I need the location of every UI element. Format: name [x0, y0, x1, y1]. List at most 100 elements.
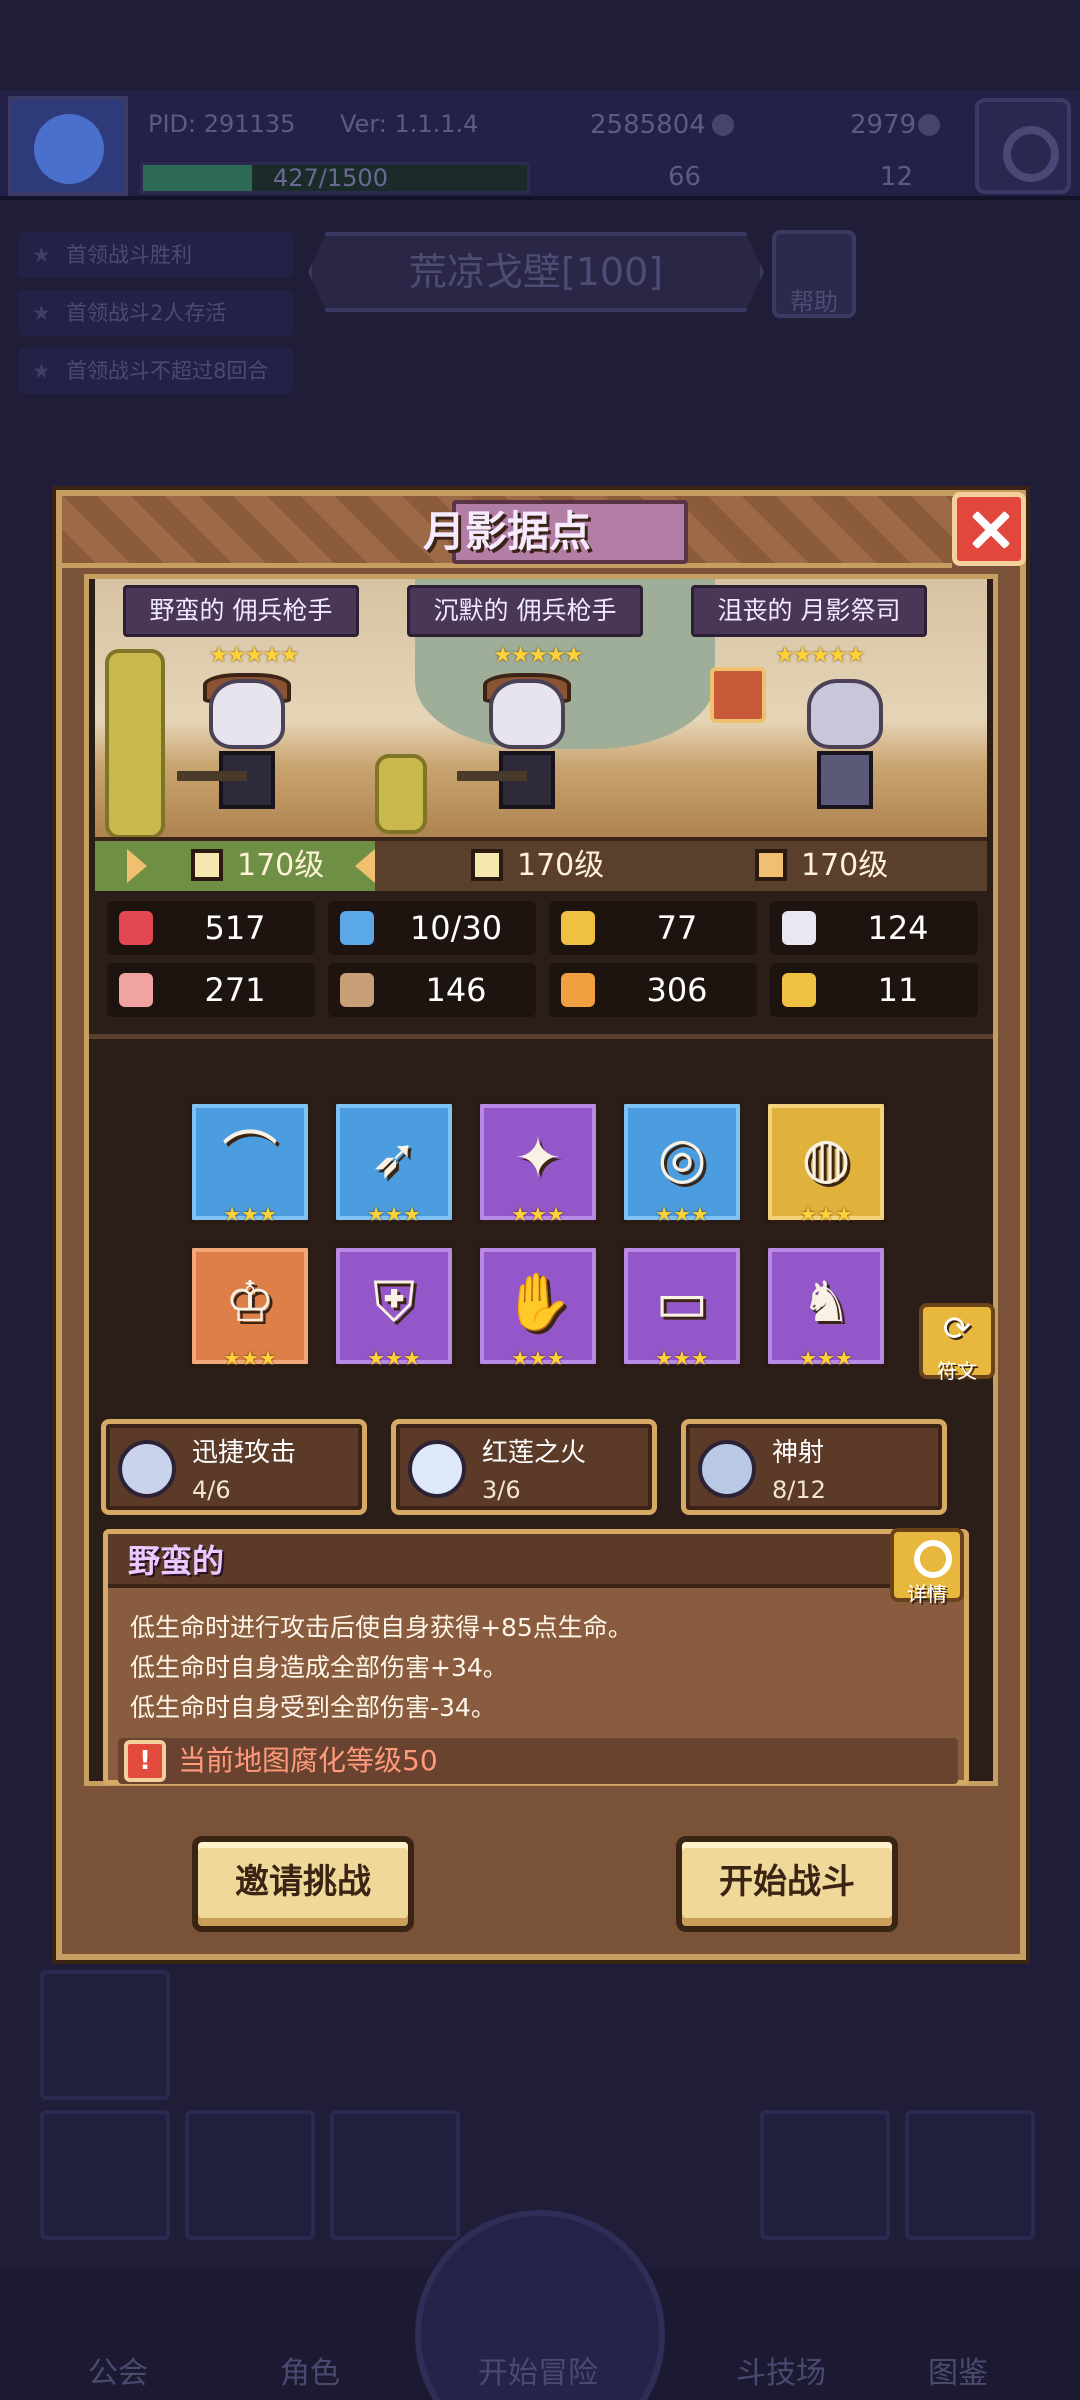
nav-arena[interactable]: 斗技场: [736, 2348, 826, 2392]
equipment-stars: ★★★: [655, 1202, 709, 1226]
nav-guild[interactable]: 公会: [88, 2348, 148, 2392]
equipment-stars: ★★★: [223, 1346, 277, 1370]
equipment-stars: ★★★: [799, 1346, 853, 1370]
equipment-slot[interactable]: ◍ ★★★: [763, 1099, 889, 1226]
stat-luck: 11: [770, 963, 978, 1017]
nav-codex[interactable]: 图鉴: [928, 2348, 988, 2392]
corruption-warning: ! 当前地图腐化等级50: [118, 1738, 958, 1784]
equipment-slot[interactable]: ◎ ★★★: [619, 1099, 745, 1226]
equipment-slot[interactable]: ➶ ★★★: [331, 1099, 457, 1226]
inventory-slot: [905, 2110, 1035, 2240]
skill-name: 红莲之火: [482, 1438, 587, 1468]
equipment-slot[interactable]: ⛨ ★★★: [331, 1243, 457, 1370]
stat-value: 124: [867, 909, 929, 947]
stat-value: 146: [425, 971, 487, 1009]
player-id: PID: 291135: [148, 110, 296, 138]
stat-value: 271: [204, 971, 266, 1009]
equipment-slot[interactable]: ✋ ★★★: [475, 1243, 601, 1370]
modal-content: 野蛮的 佣兵枪手 ★★★★★ 沉默的 佣兵枪手 ★★★★★ 沮丧的 月影祭司 ★…: [84, 574, 998, 1786]
head: [807, 679, 883, 749]
enemy-stars: ★★★★★: [493, 643, 584, 668]
wing-icon: [782, 911, 816, 945]
enemy-level-tab[interactable]: 170级: [755, 841, 888, 891]
nav-start-adventure[interactable]: 开始冒险: [478, 2348, 598, 2392]
inventory-slot: [40, 1970, 170, 2100]
enemy-name: 野蛮的 佣兵枪手: [123, 585, 359, 637]
enemy-sprite-gunner[interactable]: [457, 673, 587, 829]
enemy-level-tab[interactable]: 170级: [471, 841, 604, 891]
quest-item: 首领战斗不超过8回合: [18, 348, 293, 394]
stat-speed: 124: [770, 901, 978, 955]
close-button[interactable]: [952, 492, 1026, 566]
resource-b-amount: 12: [880, 162, 914, 192]
modal-title: 月影据点: [422, 507, 591, 556]
enemy-level-tab[interactable]: 170级: [191, 841, 324, 891]
nav-character[interactable]: 角色: [280, 2348, 340, 2392]
scroll-icon: [561, 973, 595, 1007]
equipment-slot[interactable]: ✦ ★★★: [475, 1099, 601, 1226]
stat-value: 10/30: [409, 909, 503, 947]
selector-arrow-left-icon: [127, 849, 147, 883]
necklace-icon: ✦: [514, 1126, 562, 1191]
equipment-stars: ★★★: [511, 1346, 565, 1370]
inventory-slot: [760, 2110, 890, 2240]
horseshoe-icon: [782, 973, 816, 1007]
equipment-stars: ★★★: [655, 1346, 709, 1370]
start-battle-button[interactable]: 开始战斗: [676, 1836, 898, 1932]
skill-count: 4/6: [192, 1476, 231, 1504]
enemy-scene: 野蛮的 佣兵枪手 ★★★★★ 沉默的 佣兵枪手 ★★★★★ 沮丧的 月影祭司 ★…: [95, 579, 987, 839]
enemy-sprite-gunner[interactable]: [177, 673, 307, 829]
enemy-level: 170级: [801, 848, 889, 883]
cactus: [105, 649, 165, 839]
bow-icon: ⌒: [222, 1126, 278, 1191]
help-button[interactable]: 帮助: [772, 230, 856, 318]
enemy-level: 170级: [237, 848, 325, 883]
stat-intellect: 146: [328, 963, 536, 1017]
equipment-slot[interactable]: ♞ ★★★: [763, 1243, 889, 1370]
skill-name: 迅捷攻击: [192, 1438, 297, 1468]
stat-value: 306: [646, 971, 708, 1009]
enemy-name: 沉默的 佣兵枪手: [407, 585, 643, 637]
stat-strength: 271: [107, 963, 315, 1017]
equipment-slot[interactable]: ▭ ★★★: [619, 1243, 745, 1370]
stat-mana: 10/30: [328, 901, 536, 955]
quest-item: 首领战斗胜利: [18, 232, 293, 278]
rune-button[interactable]: 符文: [919, 1303, 995, 1383]
skill-count: 3/6: [482, 1476, 521, 1504]
equipment-stars: ★★★: [799, 1202, 853, 1226]
key-icon: [755, 849, 787, 881]
inventory-slot: [185, 2110, 315, 2240]
level-bar: 170级 170级 170级: [95, 837, 987, 891]
trait-line: 低生命时进行攻击后使自身获得+85点生命。: [130, 1613, 633, 1642]
heart-icon: [119, 911, 153, 945]
ring-icon: ◍: [801, 1126, 851, 1191]
inventory-slot: [40, 2110, 170, 2240]
avatar: [8, 96, 128, 196]
cactus: [375, 754, 427, 834]
resource-a-amount: 66: [668, 162, 702, 192]
trait-line: 低生命时自身受到全部伤害-34。: [130, 1693, 496, 1722]
head: [489, 679, 565, 749]
enemy-stars: ★★★★★: [775, 643, 866, 668]
stat-defense: 77: [549, 901, 757, 955]
skill-card[interactable]: 神射 8/12: [681, 1419, 947, 1515]
stat-hp: 517: [107, 901, 315, 955]
equipment-slot[interactable]: ⌒ ★★★: [187, 1099, 313, 1226]
stat-value: 11: [877, 971, 919, 1009]
settings-button[interactable]: [975, 98, 1071, 194]
boots-icon: ♞: [800, 1270, 852, 1335]
enemy-sprite-priest[interactable]: [785, 679, 905, 829]
fist-icon: [119, 973, 153, 1007]
skill-card[interactable]: 迅捷攻击 4/6: [101, 1419, 367, 1515]
exp-text: 427/1500: [273, 164, 388, 192]
glove-icon: ✋: [503, 1270, 573, 1335]
invite-challenge-button[interactable]: 邀请挑战: [192, 1836, 414, 1932]
trait-title: 野蛮的: [128, 1542, 225, 1580]
gold-amount: 2585804: [590, 110, 706, 140]
equipment-slot[interactable]: ♔ ★★★: [187, 1243, 313, 1370]
level-icon: [191, 849, 223, 881]
skill-card[interactable]: 红莲之火 3/6: [391, 1419, 657, 1515]
skill-icon: [698, 1440, 756, 1498]
skill-icon: [118, 1440, 176, 1498]
detail-button[interactable]: 详情: [890, 1528, 964, 1606]
